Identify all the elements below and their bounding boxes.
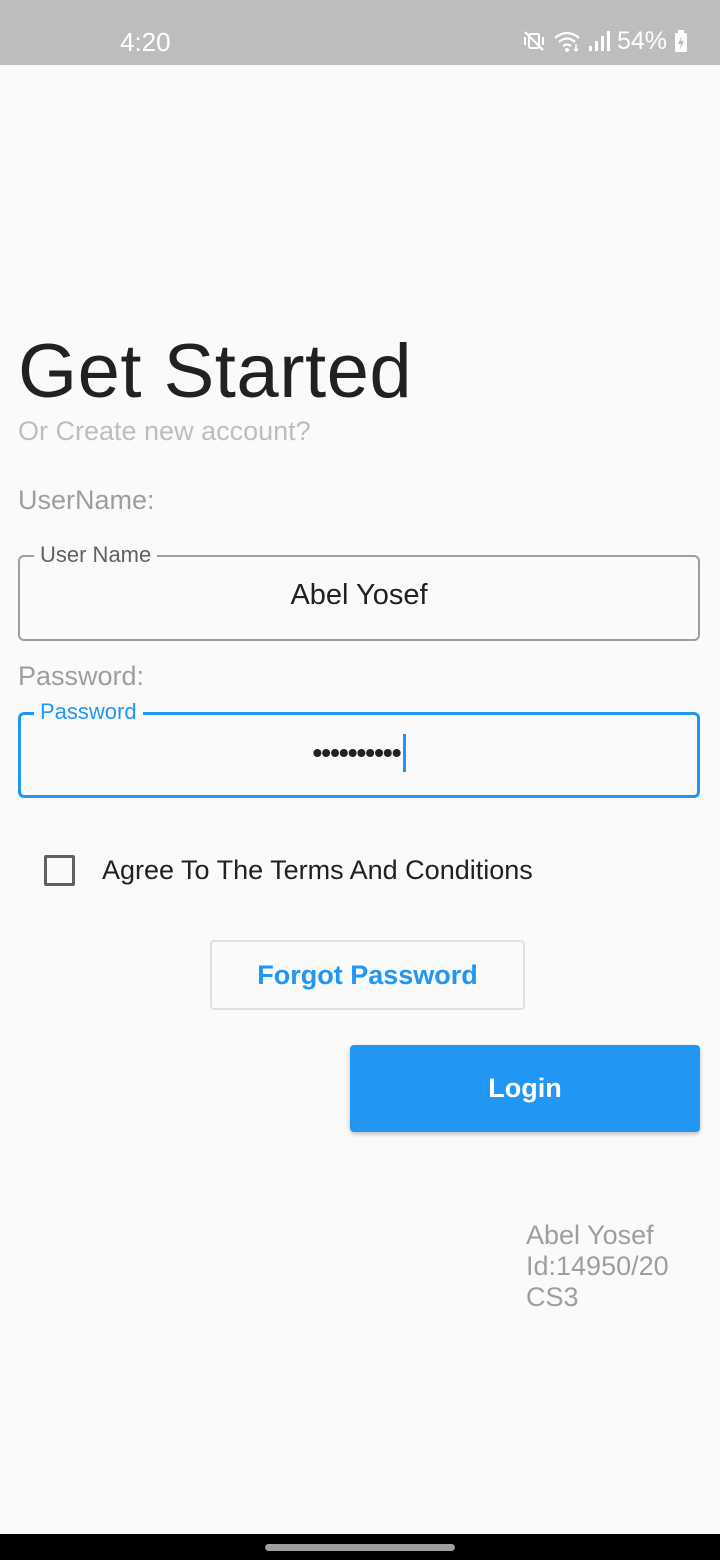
create-account-link[interactable]: Or Create new account?: [18, 414, 311, 448]
student-info: Abel Yosef Id:14950/20 CS3: [526, 1220, 669, 1313]
username-value[interactable]: Abel Yosef: [20, 577, 698, 613]
password-caption: Password:: [18, 661, 145, 691]
password-field[interactable]: Password ••••••••••: [18, 698, 700, 798]
student-id: Id:14950/20: [526, 1251, 669, 1281]
signal-icon: [588, 29, 610, 53]
status-bar: 4:20 54%: [0, 0, 720, 65]
wifi-icon: [553, 29, 581, 53]
battery-charging-icon: [674, 29, 688, 53]
username-field-label: User Name: [34, 541, 158, 569]
password-field-label: Password: [34, 698, 143, 726]
username-field[interactable]: User Name Abel Yosef: [18, 541, 700, 641]
battery-percent: 54%: [616, 27, 667, 55]
password-input-area[interactable]: ••••••••••: [21, 733, 697, 773]
status-icons: 54%: [522, 24, 688, 58]
student-name: Abel Yosef: [526, 1220, 654, 1250]
password-value[interactable]: ••••••••••: [312, 735, 401, 771]
mute-vibrate-icon: [522, 29, 546, 53]
login-button[interactable]: Login: [350, 1045, 700, 1132]
terms-checkbox[interactable]: [44, 854, 75, 886]
home-gesture-handle[interactable]: [265, 1544, 455, 1551]
status-time: 4:20: [120, 27, 171, 57]
text-cursor: [402, 734, 406, 772]
login-screen: 4:20 54% Get Started Or Create new accou…: [0, 0, 720, 1560]
page-title: Get Started: [18, 329, 413, 414]
student-section: CS3: [526, 1282, 579, 1312]
navigation-bar: [0, 1534, 720, 1560]
terms-row[interactable]: Agree To The Terms And Conditions: [44, 852, 533, 888]
username-caption: UserName:: [18, 485, 155, 515]
forgot-password-button[interactable]: Forgot Password: [210, 940, 525, 1010]
terms-label[interactable]: Agree To The Terms And Conditions: [102, 853, 533, 887]
